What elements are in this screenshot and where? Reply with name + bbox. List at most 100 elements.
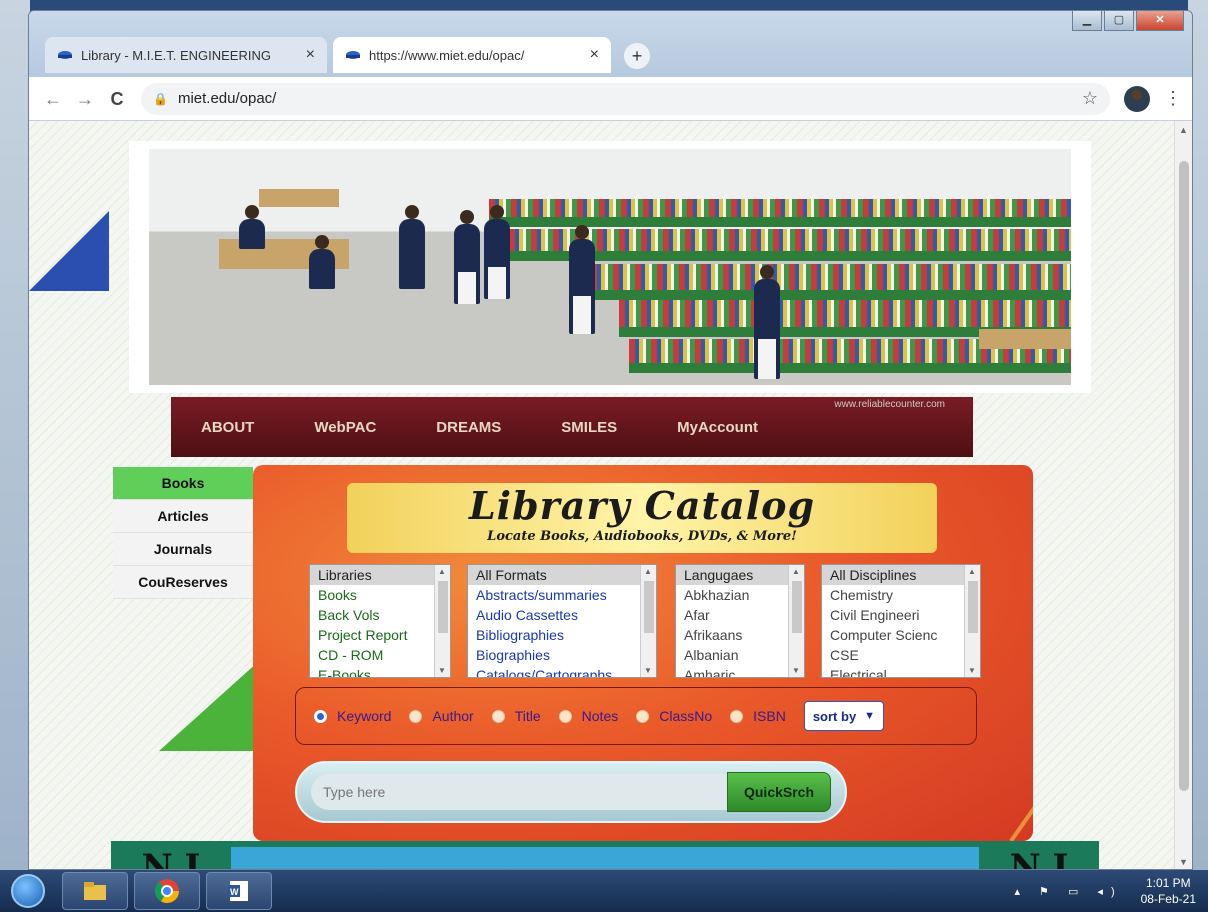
radio-label: Notes bbox=[581, 708, 619, 724]
radio-title[interactable]: Title bbox=[491, 708, 541, 724]
folder-icon bbox=[84, 882, 106, 900]
radio-isbn[interactable]: ISBN bbox=[730, 708, 786, 724]
list-item[interactable]: Bibliographies bbox=[468, 625, 656, 645]
page-scrollbar[interactable]: ▲ ▼ bbox=[1174, 121, 1192, 869]
list-item[interactable]: Amharic bbox=[676, 665, 804, 677]
tray-icons[interactable]: ▴ ⚑ ▭ ◂) bbox=[1014, 885, 1122, 898]
radio-notes[interactable]: Notes bbox=[558, 708, 619, 724]
quick-search-button[interactable]: QuickSrch bbox=[727, 772, 831, 812]
chrome-icon bbox=[154, 879, 179, 904]
list-item[interactable]: Langugaes bbox=[676, 565, 804, 585]
list-item[interactable]: Books bbox=[310, 585, 450, 605]
list-item[interactable]: Project Report bbox=[310, 625, 450, 645]
window-close-button[interactable]: ✕ bbox=[1136, 11, 1184, 31]
start-button[interactable] bbox=[0, 870, 56, 912]
windows-taskbar: W ▴ ⚑ ▭ ◂) 1:01 PM 08-Feb-21 bbox=[0, 870, 1208, 912]
library-photo bbox=[149, 149, 1071, 385]
list-item[interactable]: Albanian bbox=[676, 645, 804, 665]
tab-journals[interactable]: Journals bbox=[113, 533, 253, 566]
forward-arrow-icon[interactable]: → bbox=[71, 85, 99, 113]
radio-label: Keyword bbox=[337, 708, 392, 724]
browser-toolbar: ← → C 🔒 miet.edu/opac/ ☆ ⋮ bbox=[29, 77, 1192, 121]
disciplines-listbox[interactable]: All Disciplines Chemistry Civil Engineer… bbox=[821, 564, 981, 678]
tab-books[interactable]: Books bbox=[113, 467, 253, 500]
list-item[interactable]: Civil Engineeri bbox=[822, 605, 980, 625]
languages-listbox[interactable]: Langugaes Abkhazian Afar Afrikaans Alban… bbox=[675, 564, 805, 678]
radio-keyword[interactable]: Keyword bbox=[314, 708, 391, 724]
list-item[interactable]: Catalogs/Cartographs bbox=[468, 665, 656, 677]
profile-avatar[interactable] bbox=[1124, 85, 1150, 112]
radio-classno[interactable]: ClassNo bbox=[636, 708, 712, 724]
list-item[interactable]: All Disciplines bbox=[822, 565, 980, 585]
sort-by-select[interactable]: sort by ▼ bbox=[803, 701, 885, 731]
listbox-scrollbar[interactable]: ▲ ▼ bbox=[640, 565, 656, 677]
radio-dot-icon bbox=[730, 709, 744, 723]
listbox-scrollbar[interactable]: ▲ ▼ bbox=[964, 565, 980, 677]
explorer-task-button[interactable] bbox=[62, 872, 128, 910]
radio-label: Author bbox=[432, 708, 474, 724]
back-arrow-icon[interactable]: ← bbox=[39, 85, 67, 113]
list-item[interactable]: CSE bbox=[822, 645, 980, 665]
libraries-listbox[interactable]: Libraries Books Back Vols Project Report… bbox=[309, 564, 451, 678]
list-item[interactable]: Back Vols bbox=[310, 605, 450, 625]
word-task-button[interactable]: W bbox=[206, 872, 272, 910]
listbox-scrollbar[interactable]: ▲ ▼ bbox=[788, 565, 804, 677]
minimize-button[interactable]: ▁ bbox=[1072, 11, 1102, 31]
radio-dot-icon bbox=[409, 709, 423, 723]
address-bar[interactable]: 🔒 miet.edu/opac/ ☆ bbox=[141, 82, 1110, 115]
green-triangle-decoration bbox=[159, 661, 259, 751]
list-item[interactable]: Afrikaans bbox=[676, 625, 804, 645]
radio-dot-icon bbox=[314, 709, 327, 723]
list-item[interactable]: CD - ROM bbox=[310, 645, 450, 665]
clock-time: 1:01 PM bbox=[1145, 876, 1191, 890]
list-item[interactable]: Electrical bbox=[822, 665, 980, 677]
menu-kebab-icon[interactable]: ⋮ bbox=[1164, 88, 1182, 109]
browser-window: Library - M.I.E.T. ENGINEERING × https:/… bbox=[28, 10, 1193, 870]
search-input[interactable] bbox=[311, 774, 727, 810]
bookmark-star-icon[interactable]: ☆ bbox=[1082, 88, 1098, 109]
nav-myaccount[interactable]: MyAccount bbox=[677, 419, 758, 436]
list-item[interactable]: All Formats bbox=[468, 565, 656, 585]
radio-author[interactable]: Author bbox=[409, 708, 474, 724]
library-banner bbox=[129, 141, 1091, 393]
library-favicon-icon bbox=[57, 47, 73, 63]
tab-coureserves[interactable]: CouReserves bbox=[113, 566, 253, 599]
list-item[interactable]: Abkhazian bbox=[676, 585, 804, 605]
nav-smiles[interactable]: SMILES bbox=[561, 419, 617, 436]
maximize-button[interactable]: ▢ bbox=[1104, 11, 1134, 31]
footer-logo-right: N I bbox=[979, 847, 1099, 869]
scroll-thumb[interactable] bbox=[1179, 161, 1189, 791]
quick-search-bar: QuickSrch bbox=[295, 761, 847, 823]
tab-articles[interactable]: Articles bbox=[113, 500, 253, 533]
list-item[interactable]: Chemistry bbox=[822, 585, 980, 605]
list-item[interactable]: Biographies bbox=[468, 645, 656, 665]
taskbar-clock[interactable]: 1:01 PM 08-Feb-21 bbox=[1141, 875, 1196, 907]
new-tab-button[interactable]: + bbox=[624, 43, 650, 69]
list-item[interactable]: E-Books bbox=[310, 665, 450, 677]
reload-icon[interactable]: C bbox=[103, 85, 131, 113]
list-item[interactable]: Afar bbox=[676, 605, 804, 625]
list-item[interactable]: Audio Cassettes bbox=[468, 605, 656, 625]
listbox-scrollbar[interactable]: ▲ ▼ bbox=[434, 565, 450, 677]
tab-title: https://www.miet.edu/opac/ bbox=[369, 47, 525, 63]
formats-listbox[interactable]: All Formats Abstracts/summaries Audio Ca… bbox=[467, 564, 657, 678]
nav-dreams[interactable]: DREAMS bbox=[436, 419, 501, 436]
windows-logo-icon bbox=[11, 874, 45, 908]
catalog-title: Library Catalog bbox=[468, 483, 816, 528]
scroll-down-icon[interactable]: ▼ bbox=[1179, 857, 1188, 867]
catalog-search-panel: Library Catalog Locate Books, Audiobooks… bbox=[253, 465, 1033, 841]
page-viewport: ABOUT WebPAC DREAMS SMILES MyAccount www… bbox=[29, 121, 1192, 869]
nav-webpac[interactable]: WebPAC bbox=[314, 419, 376, 436]
list-item[interactable]: Computer Scienc bbox=[822, 625, 980, 645]
counter-image[interactable]: www.reliablecounter.com bbox=[834, 399, 945, 410]
tab-opac[interactable]: https://www.miet.edu/opac/ × bbox=[333, 37, 611, 73]
scroll-up-icon[interactable]: ▲ bbox=[1179, 125, 1188, 135]
list-item[interactable]: Libraries bbox=[310, 565, 450, 585]
list-item[interactable]: Abstracts/summaries bbox=[468, 585, 656, 605]
close-tab-icon[interactable]: × bbox=[590, 46, 599, 64]
tab-library[interactable]: Library - M.I.E.T. ENGINEERING × bbox=[45, 37, 327, 73]
footer-strip: N I N I bbox=[111, 841, 1099, 869]
close-tab-icon[interactable]: × bbox=[306, 46, 315, 64]
nav-about[interactable]: ABOUT bbox=[201, 419, 254, 436]
chrome-task-button[interactable] bbox=[134, 872, 200, 910]
